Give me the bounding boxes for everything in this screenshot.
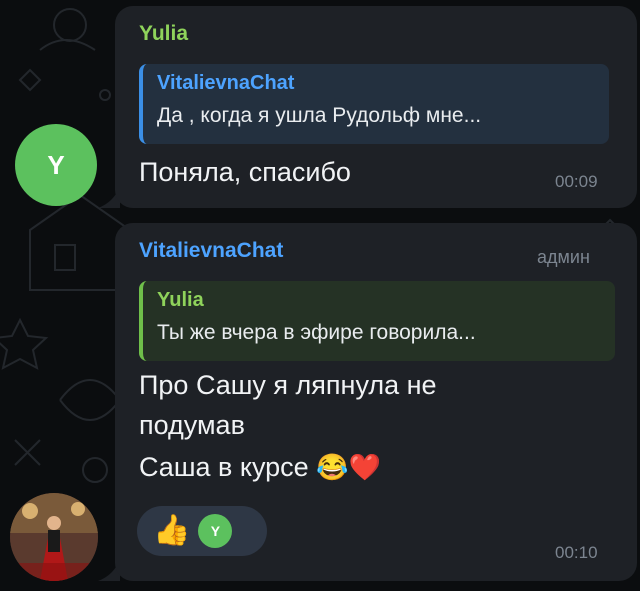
avatar-yulia[interactable]: Y xyxy=(15,124,97,206)
thumbs-up-icon: 👍 xyxy=(153,514,191,547)
laughing-crying-icon: 😂 xyxy=(316,452,349,482)
reply-quote-author: Yulia xyxy=(157,289,204,311)
reaction-user-avatar: Y xyxy=(198,514,233,548)
message-timestamp: 00:09 xyxy=(555,172,598,191)
message-text-line: Про Сашу я ляпнула не xyxy=(139,370,437,400)
reply-quote[interactable]: VitalievnaChat Да , когда я ушла Рудольф… xyxy=(139,64,609,144)
message-sender-name[interactable]: VitalievnaChat xyxy=(139,239,283,263)
red-heart-icon: ❤️ xyxy=(348,452,381,482)
admin-badge: админ xyxy=(537,247,590,267)
message-timestamp: 00:10 xyxy=(555,543,598,562)
avatar-vitalievna[interactable] xyxy=(10,493,98,581)
reply-quote[interactable]: Yulia Ты же вчера в эфире говорила... xyxy=(139,281,615,361)
message-sender-name[interactable]: Yulia xyxy=(139,22,188,46)
message-text-line: Саша в курсе xyxy=(139,452,309,482)
reply-quote-text: Ты же вчера в эфире говорила... xyxy=(157,321,476,344)
message-text-line-with-emoji: Саша в курсе 😂❤️ xyxy=(139,449,381,485)
reaction-chip[interactable]: 👍 Y xyxy=(137,506,267,556)
message-text-line: подумав xyxy=(139,410,245,440)
reply-quote-text: Да , когда я ушла Рудольф мне... xyxy=(157,104,482,127)
message-bubble[interactable]: Yulia VitalievnaChat Да , когда я ушла Р… xyxy=(115,6,637,208)
profile-photo xyxy=(10,493,98,581)
message-text: Поняла, спасибо xyxy=(139,157,351,187)
reply-quote-author: VitalievnaChat xyxy=(157,72,295,94)
